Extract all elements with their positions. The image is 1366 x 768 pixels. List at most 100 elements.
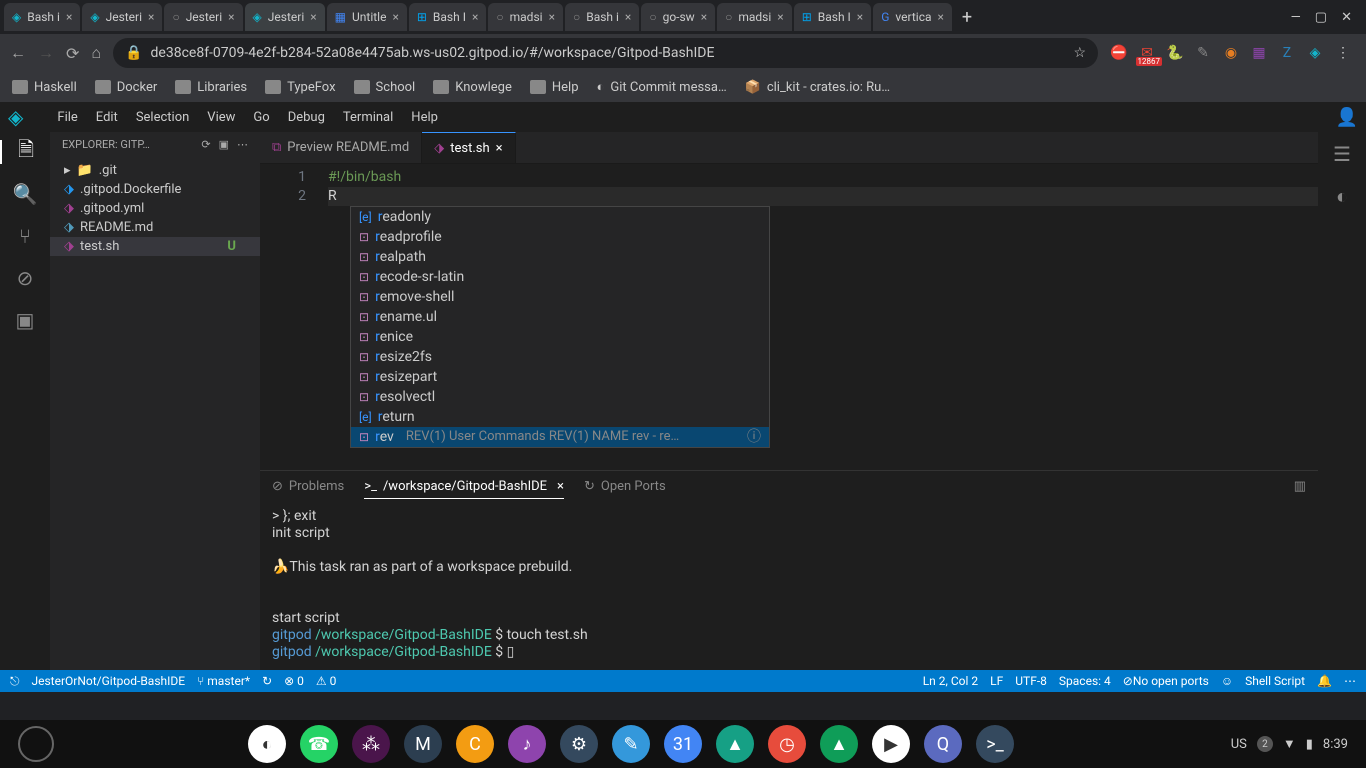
bookmark-git-commit[interactable]: ◐Git Commit messa… — [597, 79, 727, 95]
suggest-item[interactable]: ⊡renice — [351, 327, 769, 347]
status-spaces[interactable]: Spaces: 4 — [1059, 674, 1111, 688]
terminal[interactable]: > }; exit init script 🍌This task ran as … — [260, 502, 1318, 670]
menu-file[interactable]: File — [57, 110, 77, 125]
list-icon[interactable]: ☰ — [1333, 142, 1351, 166]
bookmark-folder[interactable]: TypeFox — [265, 80, 335, 95]
forward-button[interactable]: → — [38, 43, 54, 63]
editor-tab[interactable]: ⬗test.sh× — [422, 132, 515, 163]
explorer-icon[interactable]: 🗎 — [0, 140, 50, 164]
shelf-app-q[interactable]: Q — [924, 725, 962, 763]
github-icon[interactable]: ◐ — [1336, 184, 1348, 209]
shelf-app-campus[interactable]: ▲ — [716, 725, 754, 763]
status-sync[interactable]: ↻ — [262, 674, 272, 688]
shelf-app-draw[interactable]: ✎ — [612, 725, 650, 763]
shelf-app-drive[interactable]: ▲ — [820, 725, 858, 763]
close-icon[interactable]: × — [66, 10, 72, 24]
status-feedback[interactable]: ☺ — [1221, 674, 1233, 688]
file-item[interactable]: ⬗test.shU — [50, 237, 260, 256]
info-icon[interactable]: ⓘ — [747, 428, 761, 446]
editor-tab[interactable]: ⧉Preview README.md — [260, 132, 422, 163]
browser-tab[interactable]: ○Jesteri× — [164, 3, 242, 31]
shelf-app-slack[interactable]: ⁂ — [352, 725, 390, 763]
file-item[interactable]: ⬗.gitpod.Dockerfile — [50, 180, 260, 199]
debug-icon[interactable]: ⊘ — [13, 266, 37, 290]
close-icon[interactable]: × — [938, 10, 944, 24]
shelf-app-whatsapp[interactable]: ☎ — [300, 725, 338, 763]
menu-icon[interactable]: ⋮ — [1334, 44, 1352, 62]
shelf-app-settings[interactable]: ⚙ — [560, 725, 598, 763]
menu-go[interactable]: Go — [253, 110, 269, 125]
tray-lang[interactable]: US — [1231, 737, 1247, 752]
code-editor[interactable]: 12 #!/bin/bash R [e]readonly⊡readprofile… — [260, 164, 1318, 470]
suggest-item[interactable]: ⊡realpath — [351, 247, 769, 267]
shelf-app-cal[interactable]: 31 — [664, 725, 702, 763]
menu-view[interactable]: View — [207, 110, 235, 125]
browser-tab[interactable]: ⊞Bash I× — [794, 3, 872, 31]
bookmark-folder[interactable]: Docker — [95, 80, 158, 95]
browser-tab[interactable]: ◈Bash i× — [4, 3, 80, 31]
bookmark-folder[interactable]: Knowlege — [433, 80, 512, 95]
close-icon[interactable]: × — [857, 10, 863, 24]
close-icon[interactable]: × — [496, 141, 503, 156]
browser-tab[interactable]: ▦Untitle× — [327, 3, 407, 31]
browser-tab[interactable]: ○Bash i× — [565, 3, 639, 31]
browser-tab[interactable]: ⊞Bash I× — [409, 3, 487, 31]
bookmark-folder[interactable]: Haskell — [12, 80, 77, 95]
gitpod-icon[interactable]: ◈ — [1306, 44, 1324, 62]
more-icon[interactable]: ⋯ — [237, 138, 248, 151]
launcher-button[interactable] — [18, 726, 54, 762]
suggest-item[interactable]: ⊡rename.ul — [351, 307, 769, 327]
browser-tab[interactable]: Gvertica× — [873, 3, 952, 31]
suggest-item[interactable]: ⊡readprofile — [351, 227, 769, 247]
file-item[interactable]: ▸📁.git — [50, 161, 260, 180]
search-icon[interactable]: 🔍 — [13, 182, 37, 206]
reload-button[interactable]: ⟳ — [66, 44, 79, 63]
file-item[interactable]: ⬗README.md — [50, 218, 260, 237]
minimize-icon[interactable]: — — [1291, 10, 1301, 25]
box-icon[interactable]: ▣ — [13, 308, 37, 332]
browser-tab[interactable]: ◈Jesteri× — [245, 3, 325, 31]
git-icon[interactable]: ⑂ — [13, 224, 37, 248]
menu-edit[interactable]: Edit — [96, 110, 118, 125]
status-eol[interactable]: LF — [990, 674, 1003, 688]
tray-time[interactable]: 8:39 — [1323, 737, 1348, 752]
shelf-app-term[interactable]: >_ — [976, 725, 1014, 763]
bookmark-clikit[interactable]: 📦cli_kit - crates.io: Ru… — [745, 80, 890, 95]
bookmark-folder[interactable]: Libraries — [175, 80, 247, 95]
menu-selection[interactable]: Selection — [136, 110, 189, 125]
back-button[interactable]: ← — [10, 43, 26, 63]
suggest-item[interactable]: ⊡resizepart — [351, 367, 769, 387]
status-more-icon[interactable]: ⋯ — [1344, 674, 1356, 688]
close-icon[interactable]: × — [472, 10, 478, 24]
panel-tab[interactable]: ⊘Problems — [272, 479, 344, 494]
star-icon[interactable]: ☆ — [1073, 45, 1086, 61]
status-position[interactable]: Ln 2, Col 2 — [923, 674, 978, 688]
z-icon[interactable]: Z — [1278, 44, 1296, 62]
omnibox[interactable]: 🔒 de38ce8f-0709-4e2f-b284-52a08e4475ab.w… — [113, 38, 1098, 68]
close-window-icon[interactable]: ✕ — [1341, 10, 1352, 25]
browser-tab[interactable]: ○go-sw× — [641, 3, 715, 31]
close-icon[interactable]: × — [625, 10, 631, 24]
close-icon[interactable]: × — [392, 10, 398, 24]
panel-tab[interactable]: >_/workspace/Gitpod-BashIDE× — [364, 479, 564, 499]
tray-battery-icon[interactable]: ▮ — [1306, 737, 1313, 752]
shelf-app-c[interactable]: C — [456, 725, 494, 763]
shelf-app-m[interactable]: M — [404, 725, 442, 763]
suggest-item[interactable]: [e]return — [351, 407, 769, 427]
close-icon[interactable]: × — [310, 10, 316, 24]
shelf-app-play[interactable]: ▶ — [872, 725, 910, 763]
close-icon[interactable]: × — [777, 10, 783, 24]
suggest-item[interactable]: ⊡resolvectl — [351, 387, 769, 407]
status-lang[interactable]: Shell Script — [1245, 674, 1305, 688]
menu-debug[interactable]: Debug — [288, 110, 325, 125]
circle-icon[interactable]: ◉ — [1222, 44, 1240, 62]
file-item[interactable]: ⬗.gitpod.yml — [50, 199, 260, 218]
suggest-item[interactable]: ⊡remove-shell — [351, 287, 769, 307]
shelf-app-music[interactable]: ♪ — [508, 725, 546, 763]
refresh-icon[interactable]: ⟳ — [201, 138, 210, 151]
status-ports[interactable]: ⊘No open ports — [1123, 674, 1209, 688]
status-warnings[interactable]: ⚠ 0 — [316, 674, 336, 688]
status-encoding[interactable]: UTF-8 — [1015, 674, 1047, 688]
avatar[interactable]: 👤 — [1336, 107, 1358, 128]
new-tab-button[interactable]: + — [962, 7, 972, 28]
